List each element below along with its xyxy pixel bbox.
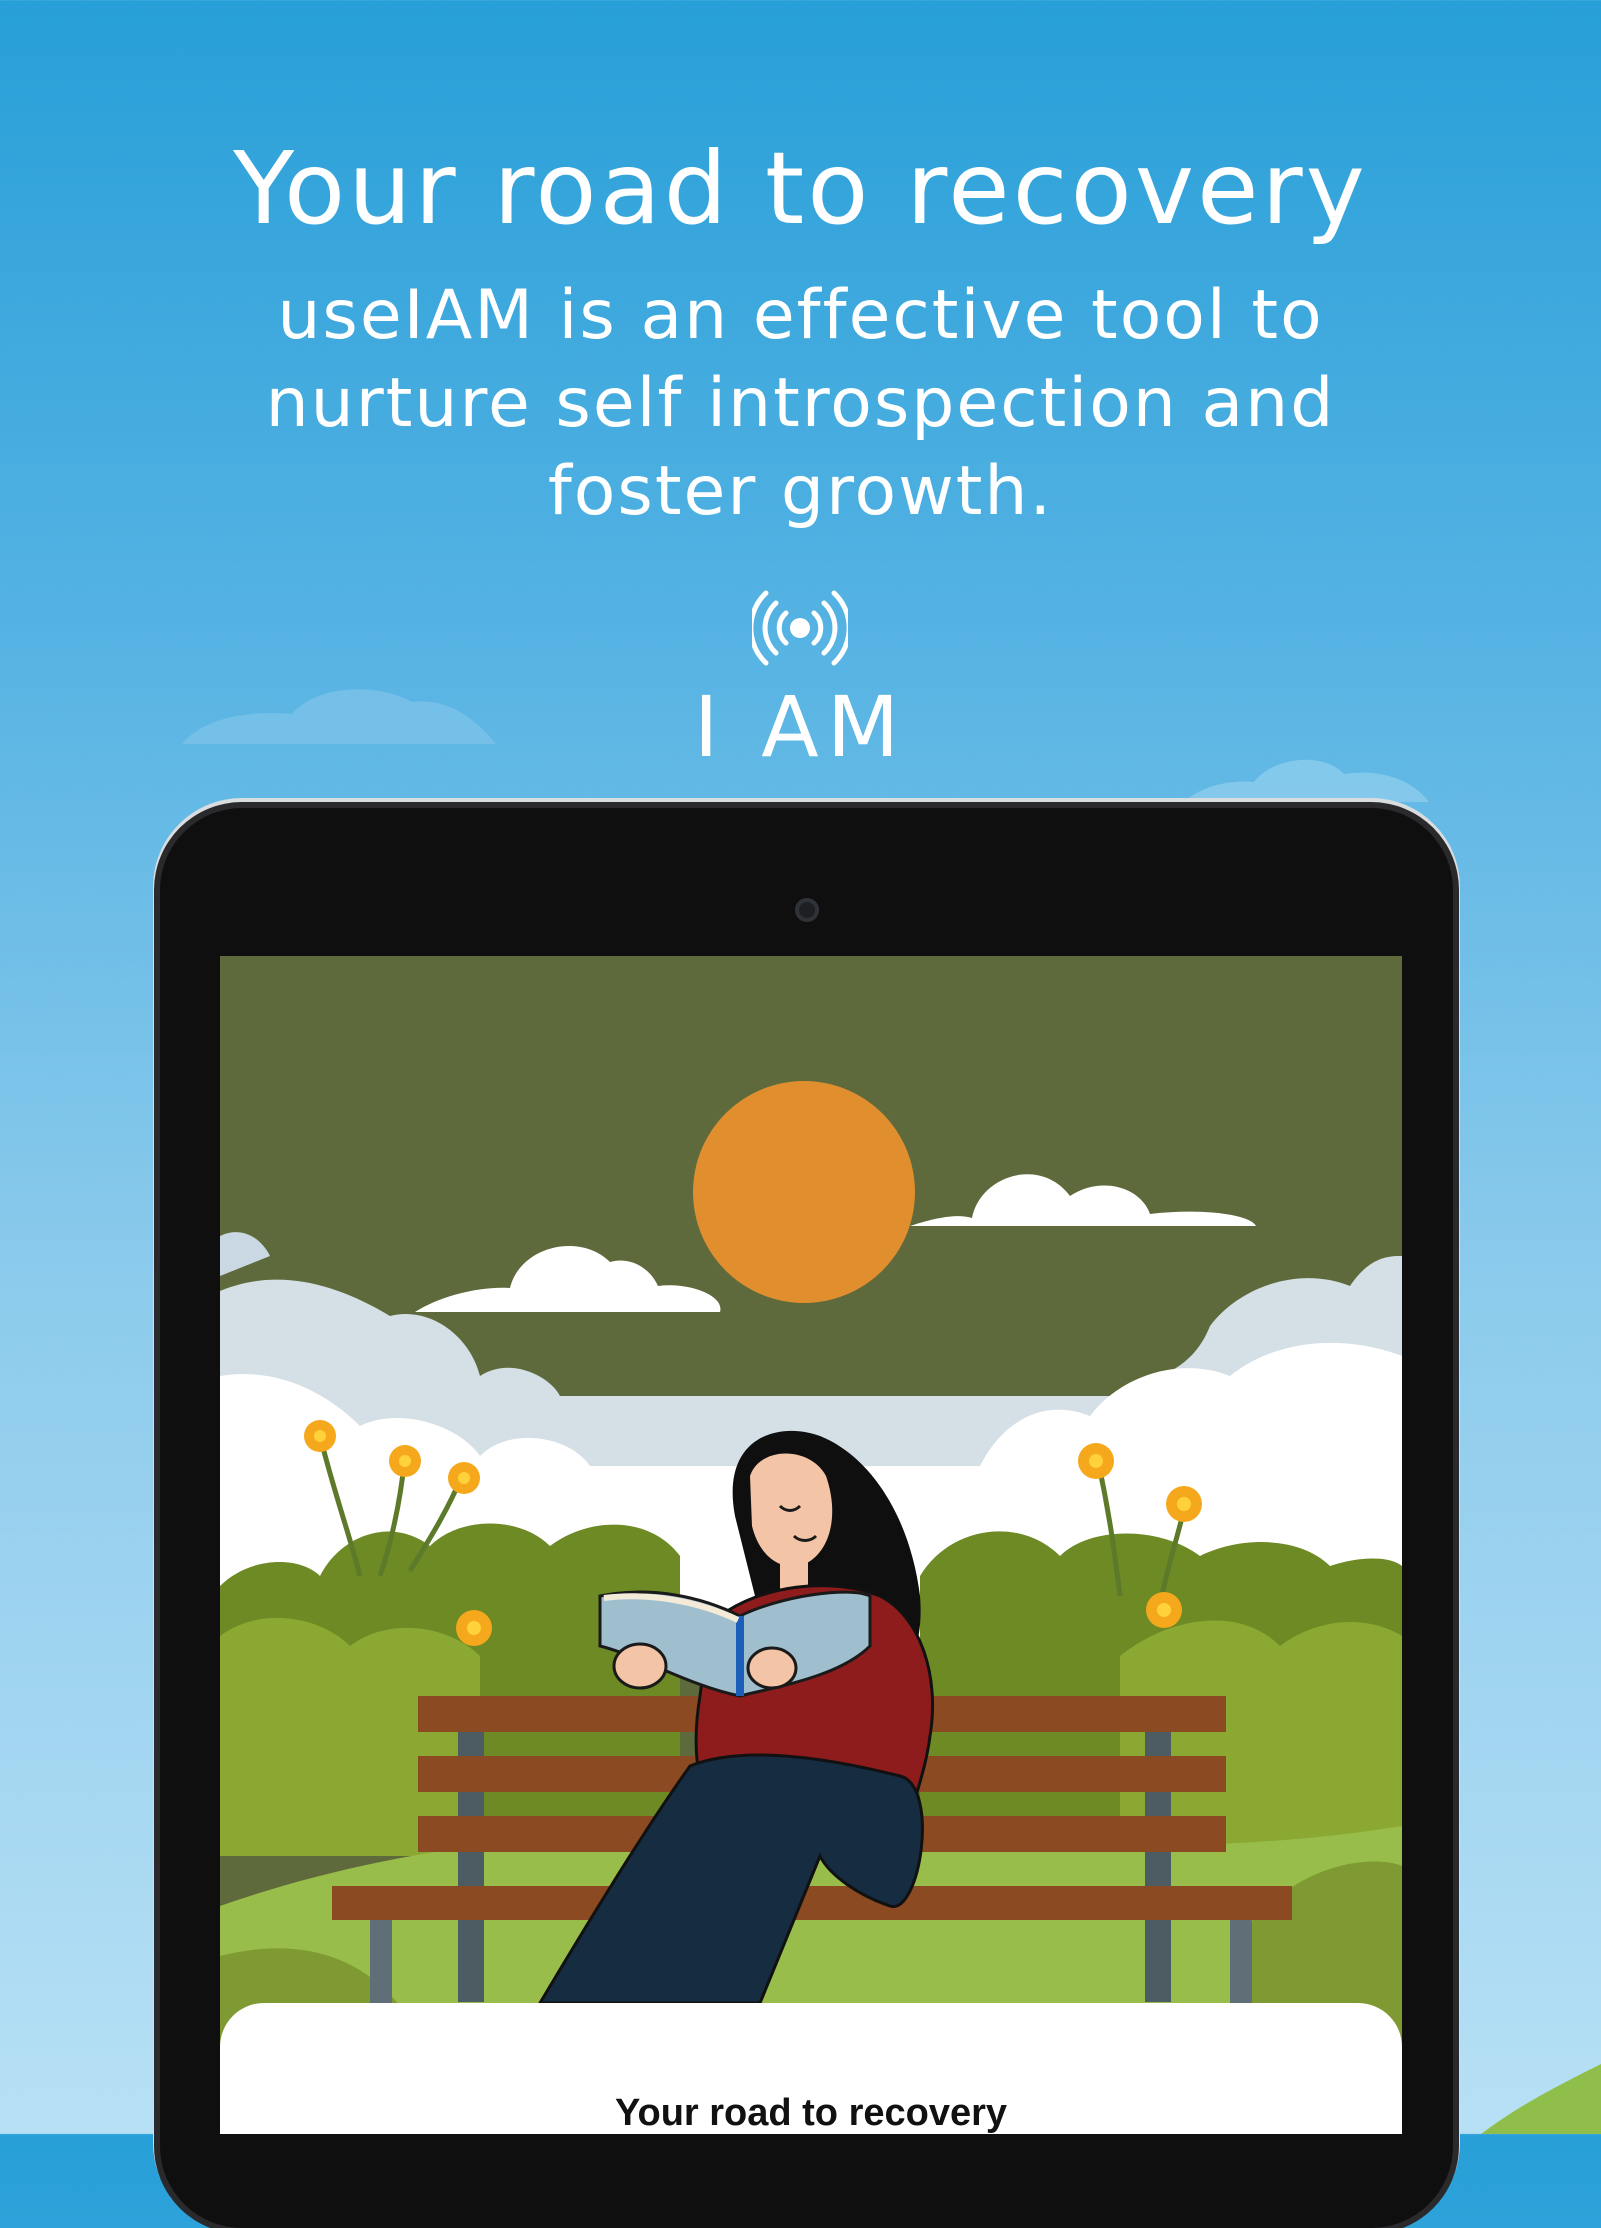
flower: [304, 1420, 336, 1452]
bench-seat: [332, 1886, 1292, 1920]
background-cloud: [1184, 759, 1429, 802]
camera-icon: [795, 898, 819, 922]
tablet-screen: Your road to recovery: [220, 956, 1402, 2134]
corner-hill: [1481, 2064, 1601, 2134]
flower: [456, 1610, 492, 1646]
flower: [1166, 1486, 1202, 1522]
flower: [448, 1462, 480, 1494]
hero-illustration: [220, 956, 1402, 2134]
sheet-title: Your road to recovery: [614, 2092, 1008, 2134]
flower: [389, 1445, 421, 1477]
headline: Your road to recovery: [233, 130, 1368, 247]
background-cloud: [182, 689, 496, 744]
flower: [1146, 1592, 1182, 1628]
broadcast-icon: [752, 590, 848, 666]
sun: [693, 1081, 915, 1303]
flower: [1078, 1443, 1114, 1479]
subline: useIAM is an effective tool to nurture s…: [265, 276, 1336, 531]
